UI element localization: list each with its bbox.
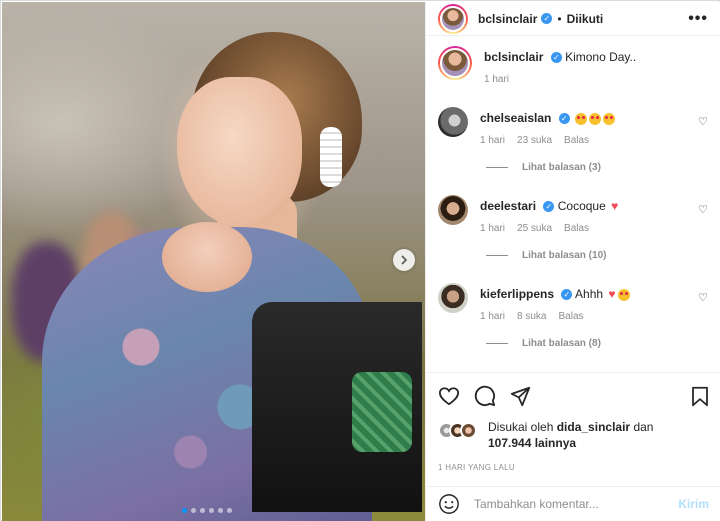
carousel-dot: [200, 508, 205, 513]
add-comment-bar: Kirim: [426, 486, 720, 521]
post-actions: Disukai oleh dida_sinclair dan 107.944 l…: [426, 372, 720, 472]
comment-like-heart-icon[interactable]: ♡: [698, 291, 708, 304]
star-struck-emoji-icon: [617, 288, 630, 301]
liker-avatar: [460, 422, 477, 439]
comment: chelseaislan ✓ 1 hari 23 suka Balas ♡: [438, 107, 708, 146]
comment-bubble-icon[interactable]: [474, 385, 496, 407]
face: [177, 77, 302, 227]
reply-button[interactable]: Balas: [564, 135, 589, 146]
caption-text: Kimono Day..: [565, 50, 637, 64]
author-avatar[interactable]: [438, 3, 468, 34]
commenter-avatar[interactable]: [438, 195, 468, 225]
post-modal: bclsinclair ✓ • Diikuti ••• bclsinclair …: [0, 0, 720, 521]
likes-conjunction: dan: [633, 420, 654, 434]
view-replies-button[interactable]: Lihat balasan (3): [486, 162, 708, 173]
liker-username[interactable]: dida_sinclair: [557, 420, 630, 434]
comment: deelestari ✓ Cocoque ♥ 1 hari 25 suka Ba…: [438, 195, 708, 234]
carousel-dot: [218, 508, 223, 513]
comment-time[interactable]: 1 hari: [480, 135, 505, 146]
comment-text: Ahhh: [575, 287, 604, 301]
obi-knot: [352, 372, 412, 452]
post-header: bclsinclair ✓ • Diikuti •••: [426, 2, 720, 36]
reply-button[interactable]: Balas: [564, 223, 589, 234]
verified-badge-icon: ✓: [543, 201, 555, 213]
comment-text: Cocoque: [557, 199, 606, 213]
view-replies-label: Lihat balasan (10): [522, 250, 607, 261]
share-send-icon[interactable]: [510, 386, 531, 407]
comment: kieferlippens ✓ Ahhh ♥ 1 hari 8 suka Bal…: [438, 283, 708, 322]
verified-badge-icon: ✓: [550, 52, 562, 64]
comment-likes[interactable]: 23 suka: [517, 135, 552, 146]
separator-dot: •: [557, 11, 562, 26]
more-options-icon[interactable]: •••: [688, 10, 708, 28]
follow-status-button[interactable]: Diikuti: [567, 12, 604, 26]
carousel-dot: [191, 508, 196, 513]
commenter-avatar[interactable]: [438, 283, 468, 313]
carousel-dot: [227, 508, 232, 513]
likes-count[interactable]: 107.944 lainnya: [488, 436, 576, 450]
comment-like-heart-icon[interactable]: ♡: [698, 203, 708, 216]
carousel-dot: [209, 508, 214, 513]
commenter-avatar[interactable]: [438, 107, 468, 137]
carousel-indicator: [182, 508, 232, 513]
likes-prefix: Disukai oleh: [488, 420, 554, 434]
carousel-next-button[interactable]: [393, 249, 415, 271]
send-comment-button[interactable]: Kirim: [678, 497, 709, 511]
red-heart-emoji-icon: ♥: [611, 199, 619, 213]
author-username[interactable]: bclsinclair: [478, 12, 537, 26]
commenter-username[interactable]: chelseaislan: [480, 111, 551, 125]
emoji-smiley-icon[interactable]: [438, 493, 460, 515]
verified-badge-icon: ✓: [541, 13, 553, 24]
star-struck-emoji-icon: [575, 112, 588, 125]
star-struck-emoji-icon: [603, 112, 616, 125]
likes-summary: Disukai oleh dida_sinclair dan 107.944 l…: [438, 419, 709, 451]
chevron-right-icon: [401, 255, 408, 265]
comment-time[interactable]: 1 hari: [480, 223, 505, 234]
comments-list[interactable]: bclsinclair ✓ Kimono Day.. 1 hari chelse…: [426, 36, 720, 366]
comment-like-heart-icon[interactable]: ♡: [698, 115, 708, 128]
view-replies-button[interactable]: Lihat balasan (8): [486, 338, 708, 349]
pearl-hairpin: [320, 127, 342, 187]
like-heart-icon[interactable]: [438, 386, 460, 406]
comment-input[interactable]: [474, 497, 679, 511]
liker-avatars[interactable]: [438, 422, 488, 439]
caption: bclsinclair ✓ Kimono Day.. 1 hari: [438, 46, 708, 85]
commenter-username[interactable]: kieferlippens: [480, 287, 554, 301]
post-photo[interactable]: [2, 2, 425, 521]
post-timestamp[interactable]: 1 HARI YANG LALU: [438, 463, 709, 472]
star-struck-emoji-icon: [589, 112, 602, 125]
comment-likes[interactable]: 25 suka: [517, 223, 552, 234]
view-replies-label: Lihat balasan (3): [522, 162, 601, 173]
red-heart-emoji-icon: ♥: [608, 287, 616, 301]
caption-username[interactable]: bclsinclair: [484, 50, 543, 64]
caption-time: 1 hari: [484, 74, 510, 85]
post-sidebar: bclsinclair ✓ • Diikuti ••• bclsinclair …: [425, 2, 720, 521]
view-replies-button[interactable]: Lihat balasan (10): [486, 250, 708, 261]
verified-badge-icon: ✓: [558, 113, 570, 125]
commenter-username[interactable]: deelestari: [480, 199, 536, 213]
comment-likes[interactable]: 8 suka: [517, 311, 546, 322]
author-avatar[interactable]: [438, 46, 472, 80]
carousel-dot: [182, 508, 187, 513]
reply-button[interactable]: Balas: [558, 311, 583, 322]
hand: [162, 222, 252, 292]
bookmark-save-icon[interactable]: [691, 386, 709, 407]
verified-badge-icon: ✓: [561, 289, 573, 301]
comment-time[interactable]: 1 hari: [480, 311, 505, 322]
view-replies-label: Lihat balasan (8): [522, 338, 601, 349]
